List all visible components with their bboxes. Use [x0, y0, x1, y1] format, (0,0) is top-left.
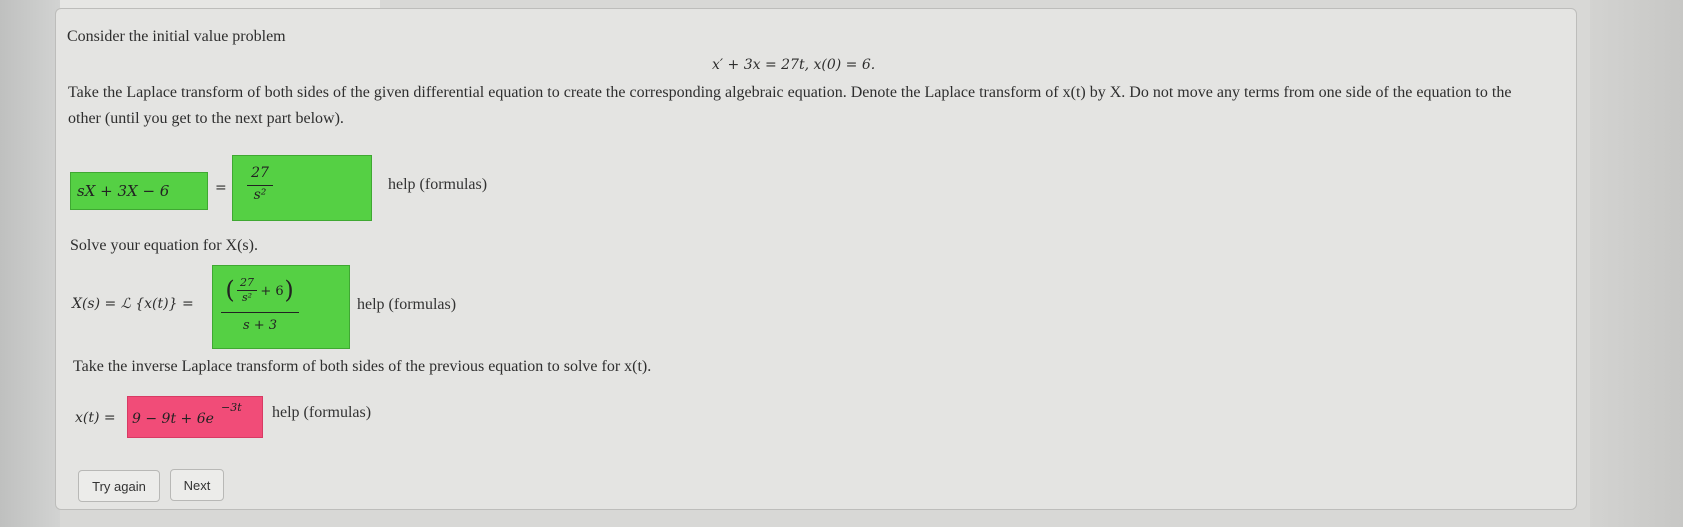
inner-numerator: 27: [240, 276, 254, 289]
ode-equation: x′ + 3x = 27t, x(0) = 6.: [712, 57, 876, 73]
instruction-inverse: Take the inverse Laplace transform of bo…: [73, 358, 652, 375]
x-of-t-label: x(t) =: [75, 410, 116, 426]
help-formulas-link-2[interactable]: help (formulas): [357, 296, 456, 314]
rhs-fraction-bar: [247, 185, 273, 186]
lhs-answer-field[interactable]: sX + 3X − 6: [70, 172, 208, 210]
instruction-solve: Solve your equation for X(s).: [70, 237, 258, 254]
plus-six: + 6: [260, 284, 284, 299]
open-paren: (: [225, 276, 235, 304]
rhs-denominator: s²: [253, 187, 267, 203]
next-button[interactable]: Next: [170, 469, 224, 501]
try-again-button[interactable]: Try again: [78, 470, 160, 502]
help-formulas-link-3[interactable]: help (formulas): [272, 404, 371, 422]
x-of-t-exponent: −3t: [221, 401, 242, 414]
background-shadow: [0, 0, 60, 527]
rhs-answer-field[interactable]: 27 s²: [232, 155, 372, 221]
help-formulas-link-1[interactable]: help (formulas): [388, 176, 487, 194]
intro-text: Consider the initial value problem: [67, 28, 286, 45]
inner-denominator: s²: [241, 291, 253, 304]
lhs-answer-value: sX + 3X − 6: [77, 182, 170, 200]
equals-sign: =: [215, 180, 227, 196]
x-of-s-label: X(s) = ℒ {x(t)} =: [72, 296, 194, 312]
instruction-laplace: Take the Laplace transform of both sides…: [68, 84, 1512, 127]
close-paren: ): [284, 276, 294, 304]
x-of-t-value: 9 − 9t + 6e: [132, 411, 214, 427]
main-denominator: s + 3: [242, 318, 278, 333]
background-right: [1590, 0, 1683, 527]
x-of-s-answer-field[interactable]: ( 27 s² + 6 ) s + 3: [212, 265, 350, 349]
x-of-t-answer-field[interactable]: 9 − 9t + 6e −3t: [127, 396, 263, 438]
main-fraction-bar: [221, 312, 299, 313]
rhs-numerator: 27: [251, 165, 269, 181]
